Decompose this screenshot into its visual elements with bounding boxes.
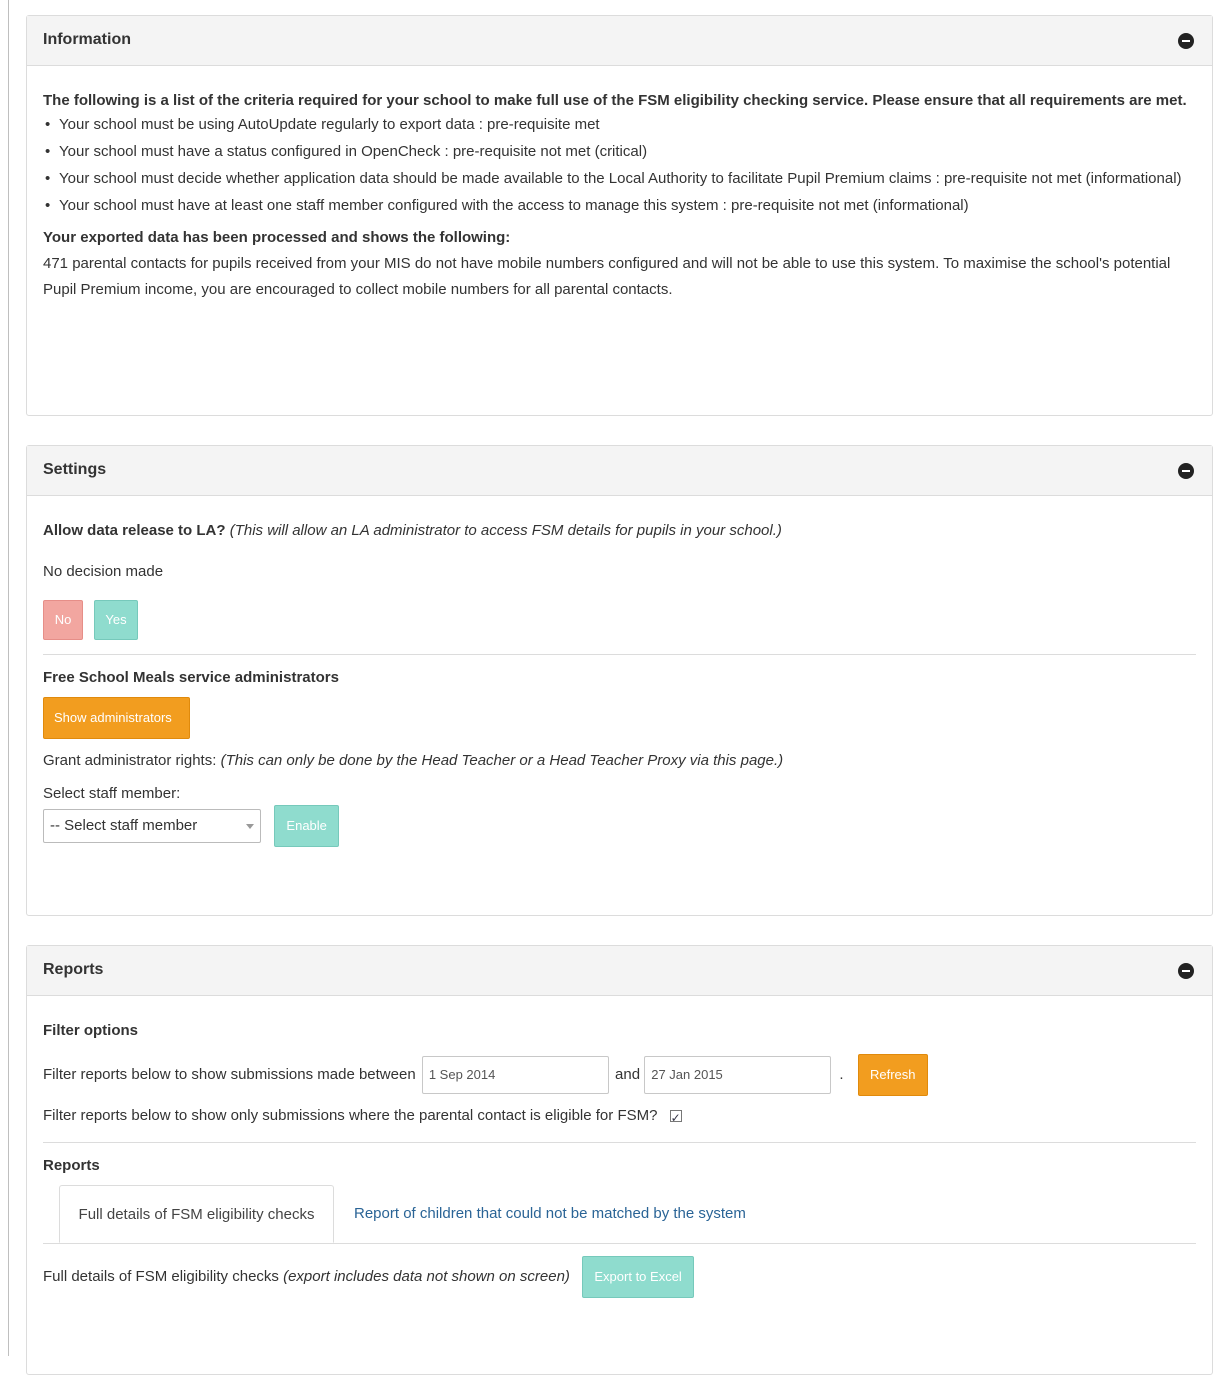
- information-panel-body: The following is a list of the criteria …: [27, 66, 1212, 321]
- exported-data-title: Your exported data has been processed an…: [43, 229, 511, 246]
- date-to-input[interactable]: 27 Jan 2015: [644, 1056, 832, 1095]
- date-filter-row: Filter reports below to show submissions…: [43, 1054, 1196, 1097]
- staff-member-select-value: -- Select staff member: [50, 817, 198, 834]
- divider: [43, 654, 1196, 655]
- and-label: and: [615, 1066, 641, 1083]
- report-tabs: Full details of FSM eligibility checks R…: [43, 1185, 1196, 1244]
- information-panel-title: Information: [43, 31, 131, 48]
- criteria-item: Your school must be using AutoUpdate reg…: [43, 111, 1196, 138]
- settings-panel-heading: Settings: [27, 446, 1212, 496]
- decision-status: No decision made: [43, 563, 164, 580]
- chevron-down-icon: [246, 824, 254, 829]
- settings-panel-title: Settings: [43, 461, 107, 478]
- date-from-input[interactable]: 1 Sep 2014: [421, 1056, 609, 1095]
- admins-title: Free School Meals service administrators: [43, 669, 339, 686]
- filter-options-title: Filter options: [43, 1022, 138, 1039]
- allow-release-label: Allow data release to LA?: [43, 522, 226, 539]
- no-button[interactable]: No: [43, 600, 83, 640]
- criteria-item: Your school must have a status configure…: [43, 138, 1196, 165]
- grant-rights-label: Grant administrator rights:: [43, 752, 217, 769]
- period-label: .: [839, 1066, 844, 1083]
- divider: [43, 1142, 1196, 1143]
- criteria-list: Your school must be using AutoUpdate reg…: [43, 111, 1196, 219]
- export-label: Full details of FSM eligibility checks: [43, 1268, 279, 1285]
- export-to-excel-button[interactable]: Export to Excel: [582, 1256, 695, 1299]
- decision-buttons: No Yes: [43, 600, 1196, 640]
- eligible-filter-row: Filter reports below to show only submis…: [43, 1105, 1196, 1129]
- export-note: (export includes data not shown on scree…: [283, 1268, 570, 1285]
- allow-release-note: (This will allow an LA administrator to …: [229, 522, 782, 539]
- export-row: Full details of FSM eligibility checks (…: [43, 1256, 1196, 1299]
- eligible-filter-label: Filter reports below to show only submis…: [43, 1107, 658, 1124]
- yes-button[interactable]: Yes: [94, 600, 138, 640]
- tab-full-details[interactable]: Full details of FSM eligibility checks: [59, 1185, 334, 1243]
- collapse-icon[interactable]: [1178, 463, 1194, 479]
- collapse-icon[interactable]: [1178, 963, 1194, 979]
- refresh-button[interactable]: Refresh: [857, 1054, 928, 1097]
- reports-panel-heading: Reports: [27, 946, 1212, 996]
- settings-panel: Settings Allow data release to LA? (This…: [26, 445, 1213, 916]
- criteria-item: Your school must decide whether applicat…: [43, 165, 1196, 192]
- reports-panel-body: Filter options Filter reports below to s…: [27, 996, 1212, 1316]
- select-staff-label: Select staff member:: [43, 785, 181, 802]
- collapse-icon[interactable]: [1178, 33, 1194, 49]
- information-panel: Information The following is a list of t…: [26, 15, 1213, 416]
- enable-button[interactable]: Enable: [274, 805, 340, 847]
- exported-data-text: 471 parental contacts for pupils receive…: [43, 255, 1171, 298]
- reports-panel: Reports Filter options Filter reports be…: [26, 945, 1213, 1375]
- reports-subtitle: Reports: [43, 1157, 100, 1174]
- criteria-item: Your school must have at least one staff…: [43, 192, 1196, 219]
- tab-unmatched-children[interactable]: Report of children that could not be mat…: [354, 1185, 746, 1243]
- grant-rights-note: (This can only be done by the Head Teach…: [220, 752, 784, 769]
- show-administrators-button[interactable]: Show administrators: [43, 697, 190, 739]
- staff-member-select[interactable]: -- Select staff member: [43, 809, 261, 843]
- criteria-intro: The following is a list of the criteria …: [43, 92, 1187, 109]
- date-filter-label: Filter reports below to show submissions…: [43, 1066, 416, 1083]
- reports-panel-title: Reports: [43, 961, 104, 978]
- eligible-checkbox[interactable]: [669, 1107, 682, 1129]
- settings-panel-body: Allow data release to LA? (This will all…: [27, 496, 1212, 865]
- page-left-border: [8, 0, 9, 1356]
- information-panel-heading: Information: [27, 16, 1212, 66]
